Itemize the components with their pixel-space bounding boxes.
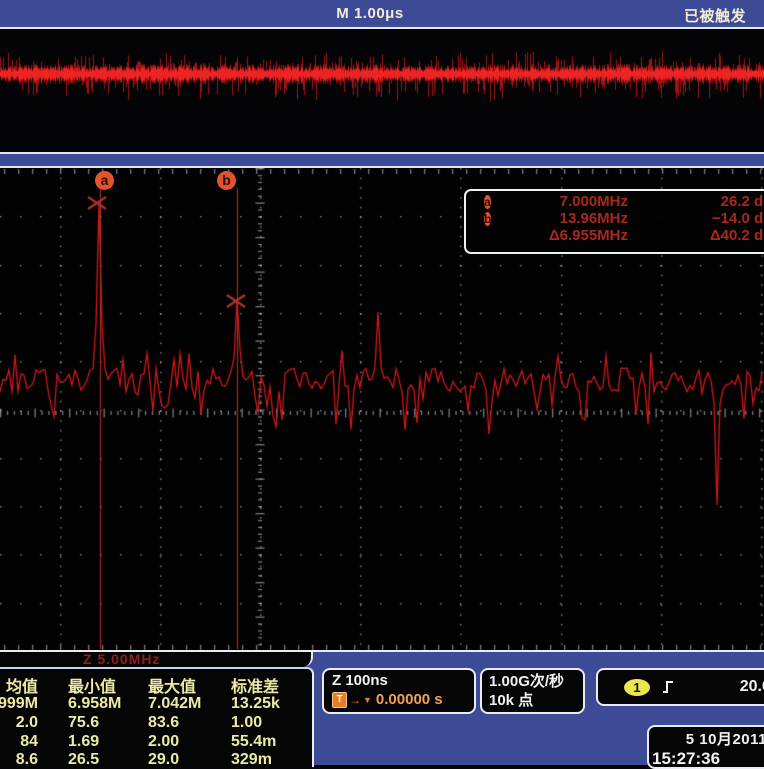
cursor-b-level: −14.0 dB [628, 210, 764, 227]
meas-header-mean: 均值 [0, 673, 38, 697]
record-length-label: 10k 点 [489, 691, 583, 710]
panel-divider-bar [0, 152, 764, 168]
zoom-scale-label: Z 5.00MHz [83, 652, 160, 667]
date-label: 5 10月2011 [652, 728, 764, 749]
table-cell: 2.00 [148, 733, 179, 751]
cursor-a-level: 26.2 dB [628, 193, 764, 210]
table-cell: 999M [0, 695, 38, 713]
table-cell: 83.6 [148, 714, 179, 732]
table-cell: 7.042M [148, 695, 201, 713]
trigger-delay-value: 0.00000 s [376, 691, 443, 708]
meas-header-max: 最大值 [148, 673, 196, 697]
measurement-table: 均值 最小值 最大值 标准差 999M 6.958M 7.042M 13.25k… [0, 667, 314, 767]
table-cell: 13.25k [231, 695, 280, 713]
table-cell: 1.69 [68, 733, 99, 751]
meas-header-min: 最小值 [68, 673, 116, 697]
zoom-timebase-box[interactable]: Z 100ns T → ▼ 0.00000 s [322, 668, 476, 714]
cursor-a-frequency: 7.000MHz [508, 193, 628, 210]
zoom-timebase-label: Z 100ns [332, 672, 474, 689]
cursor-b-badge[interactable]: b [217, 171, 236, 190]
cursor-b-frequency: 13.96MHz [508, 210, 628, 227]
table-cell: 75.6 [68, 714, 99, 732]
cursor-b-readout-badge: b [484, 212, 491, 226]
trigger-settings-box[interactable]: 1 20.6 V [596, 668, 764, 706]
cursor-a-badge[interactable]: a [95, 171, 114, 190]
top-status-bar: M 1.00μs 已被触发 [0, 0, 764, 28]
ch1-waveform-canvas [0, 29, 764, 152]
channel-1-badge: 1 [624, 679, 650, 696]
rising-edge-icon [660, 679, 676, 695]
cursor-delta-frequency: Δ6.955MHz [508, 227, 628, 244]
table-cell: 84 [0, 733, 38, 751]
sample-rate-label: 1.00G次/秒 [489, 672, 583, 691]
cursor-a-readout-badge: a [484, 195, 491, 209]
table-cell: 55.4m [231, 733, 276, 751]
cursor-delta-level: Δ40.2 dB [628, 227, 764, 244]
trigger-status-label: 已被触发 [684, 5, 746, 26]
datetime-box: 5 10月2011 15:27:36 [647, 725, 764, 769]
triangle-down-icon: ▼ [363, 695, 372, 705]
time-label: 15:27:36 [652, 749, 764, 769]
time-domain-panel [0, 29, 764, 152]
zoom-scale-notch: Z 5.00MHz [0, 652, 313, 667]
trigger-level-value: 20.6 V [740, 678, 764, 696]
meas-header-stddev: 标准差 [231, 673, 279, 697]
table-cell: 6.958M [68, 695, 121, 713]
arrow-right-icon: → [349, 693, 361, 707]
table-cell: 1.00 [231, 714, 262, 732]
acquisition-box[interactable]: 1.00G次/秒 10k 点 [480, 668, 585, 714]
cursor-readout-panel: a 7.000MHz 26.2 dB b 13.96MHz −14.0 dB Δ… [464, 189, 764, 254]
oscilloscope-screen: { "top_bar": { "timebase_label": "M 1.00… [0, 0, 764, 765]
trigger-t-icon: T [332, 692, 347, 708]
table-cell: 2.0 [0, 714, 38, 732]
timebase-label: M 1.00μs [336, 5, 403, 22]
